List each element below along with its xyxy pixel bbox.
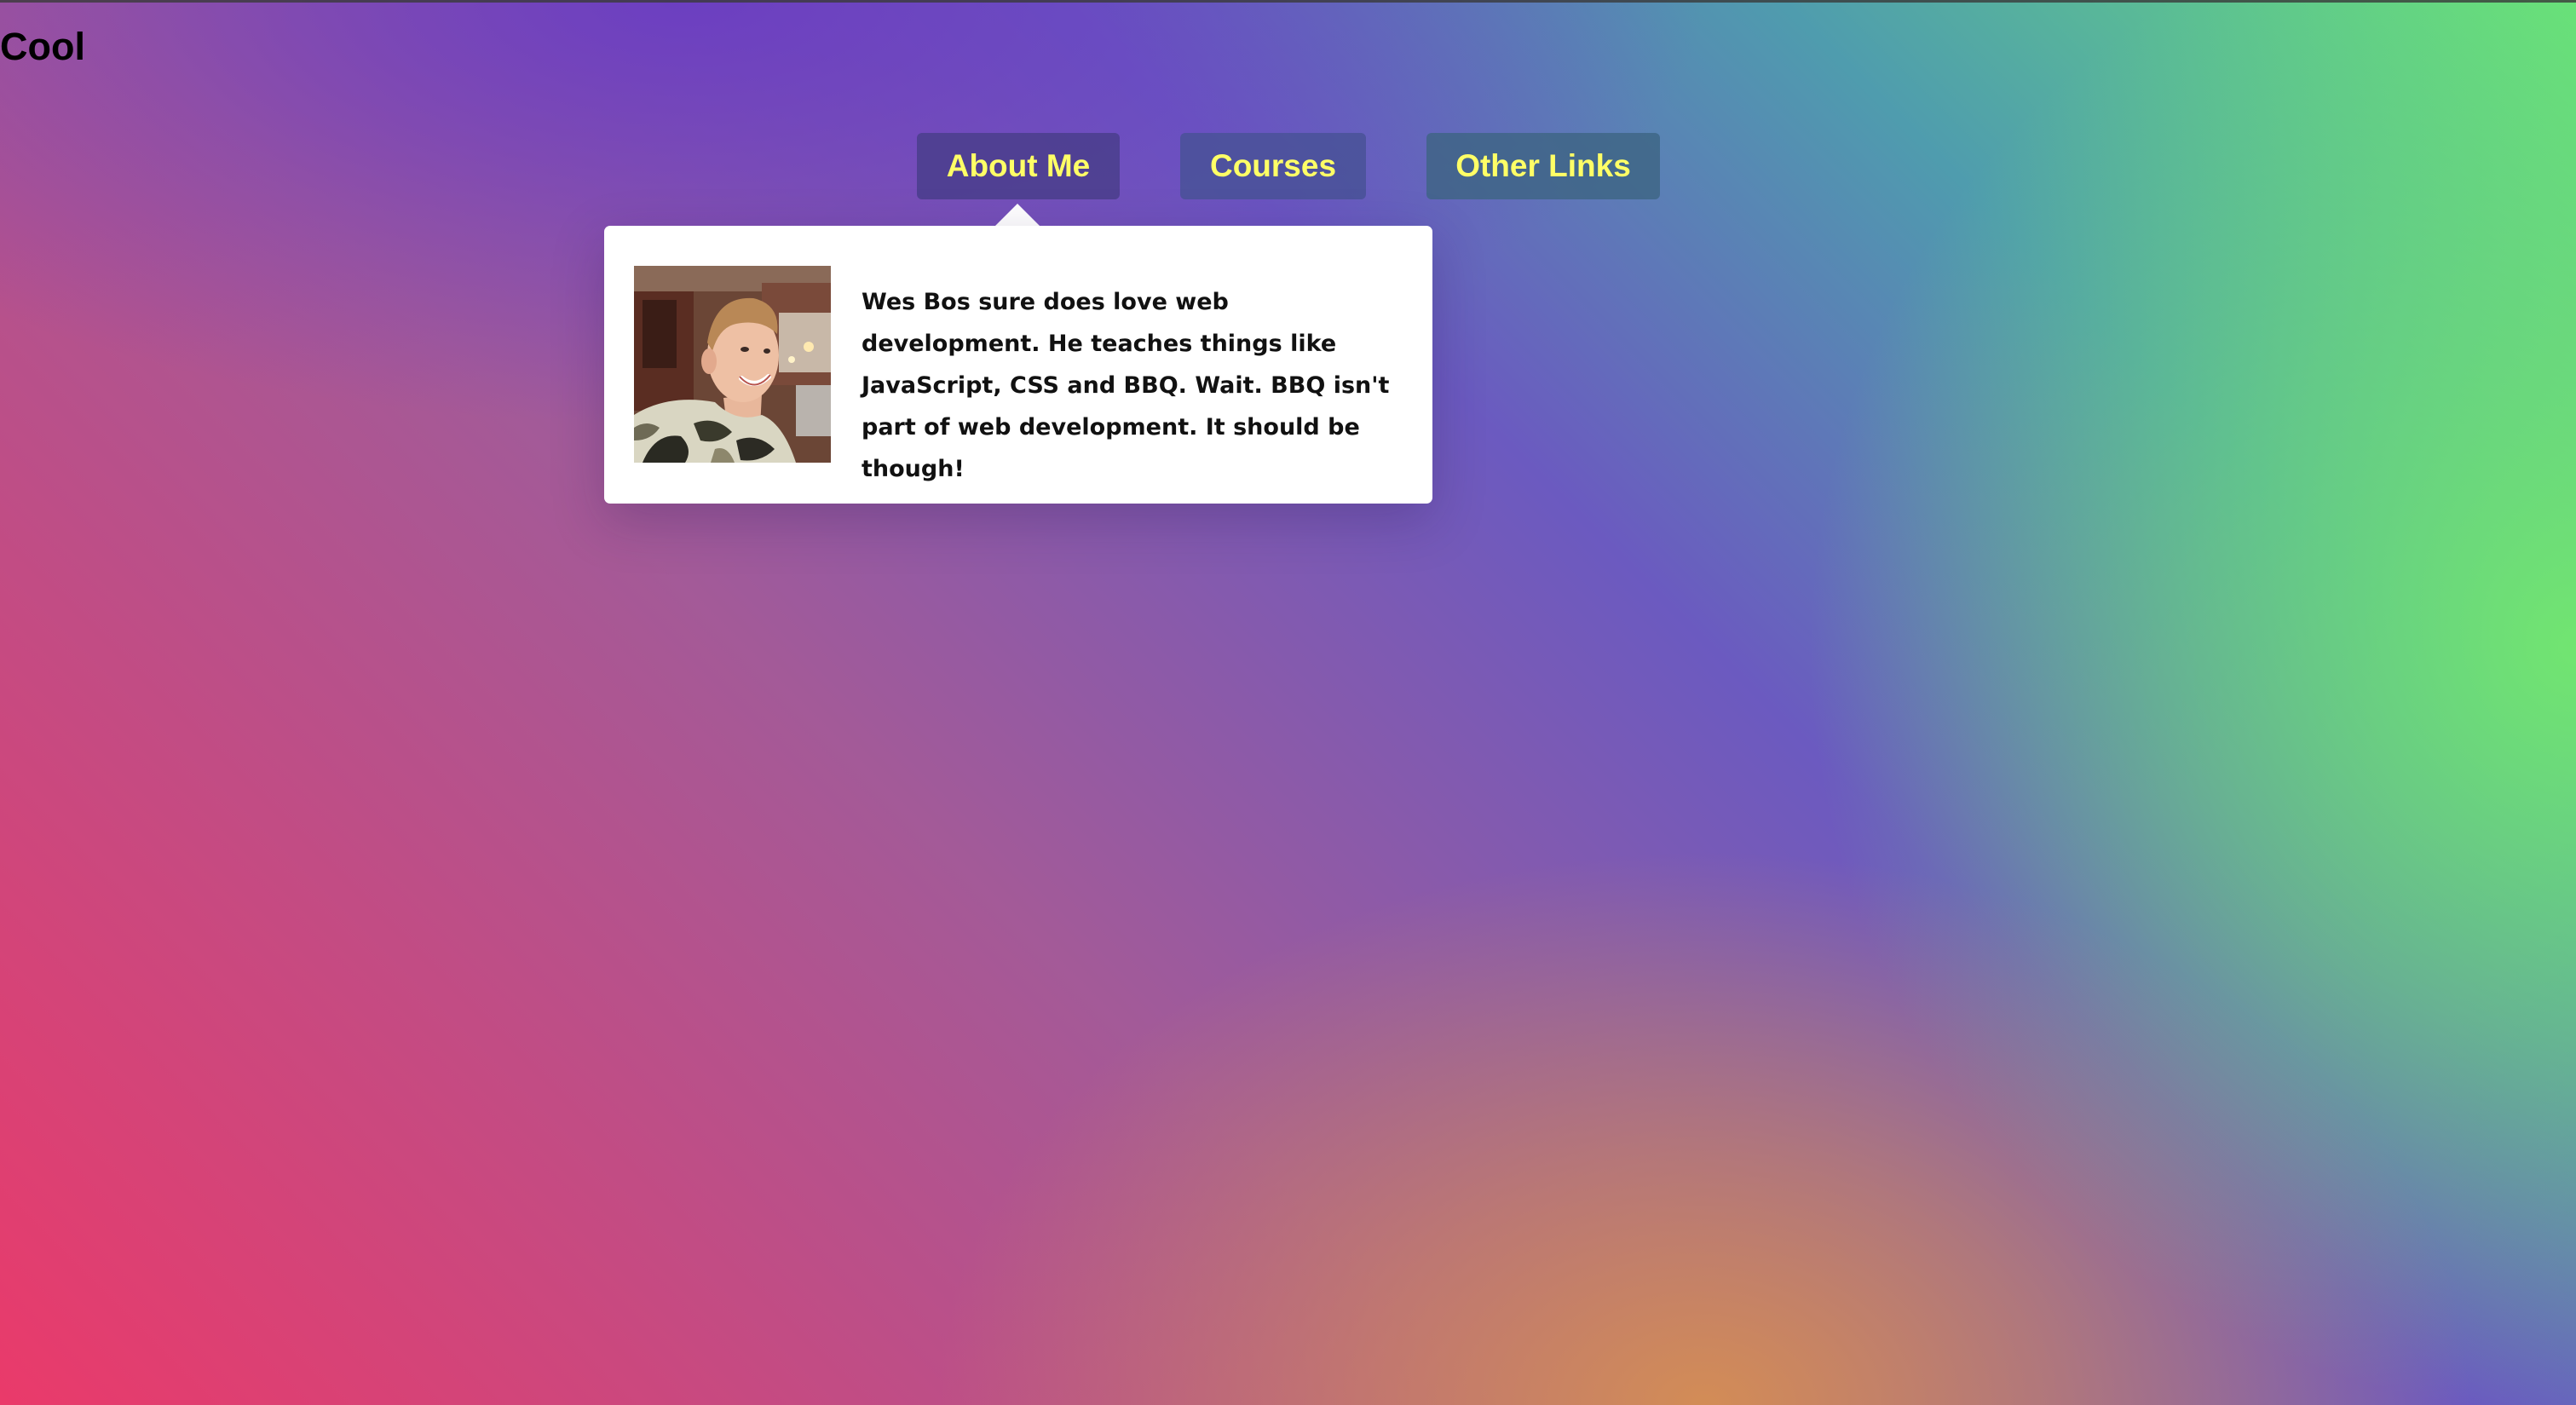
page-title: Cool	[0, 25, 85, 68]
profile-photo	[634, 266, 831, 463]
bio-text: Wes Bos sure does love web development. …	[862, 289, 1390, 482]
nav-item-other-links[interactable]: Other Links	[1426, 133, 1660, 199]
nav-item-courses[interactable]: Courses	[1180, 133, 1366, 199]
background-green-glow	[0, 0, 2576, 1405]
top-edge-line	[0, 0, 2576, 3]
about-me-dropdown: Wes Bos sure does love web development. …	[604, 226, 1432, 504]
dropdown-arrow	[995, 204, 1040, 226]
top-nav: About Me Courses Other Links	[0, 133, 2576, 201]
nav-item-about-me[interactable]: About Me	[917, 133, 1120, 199]
